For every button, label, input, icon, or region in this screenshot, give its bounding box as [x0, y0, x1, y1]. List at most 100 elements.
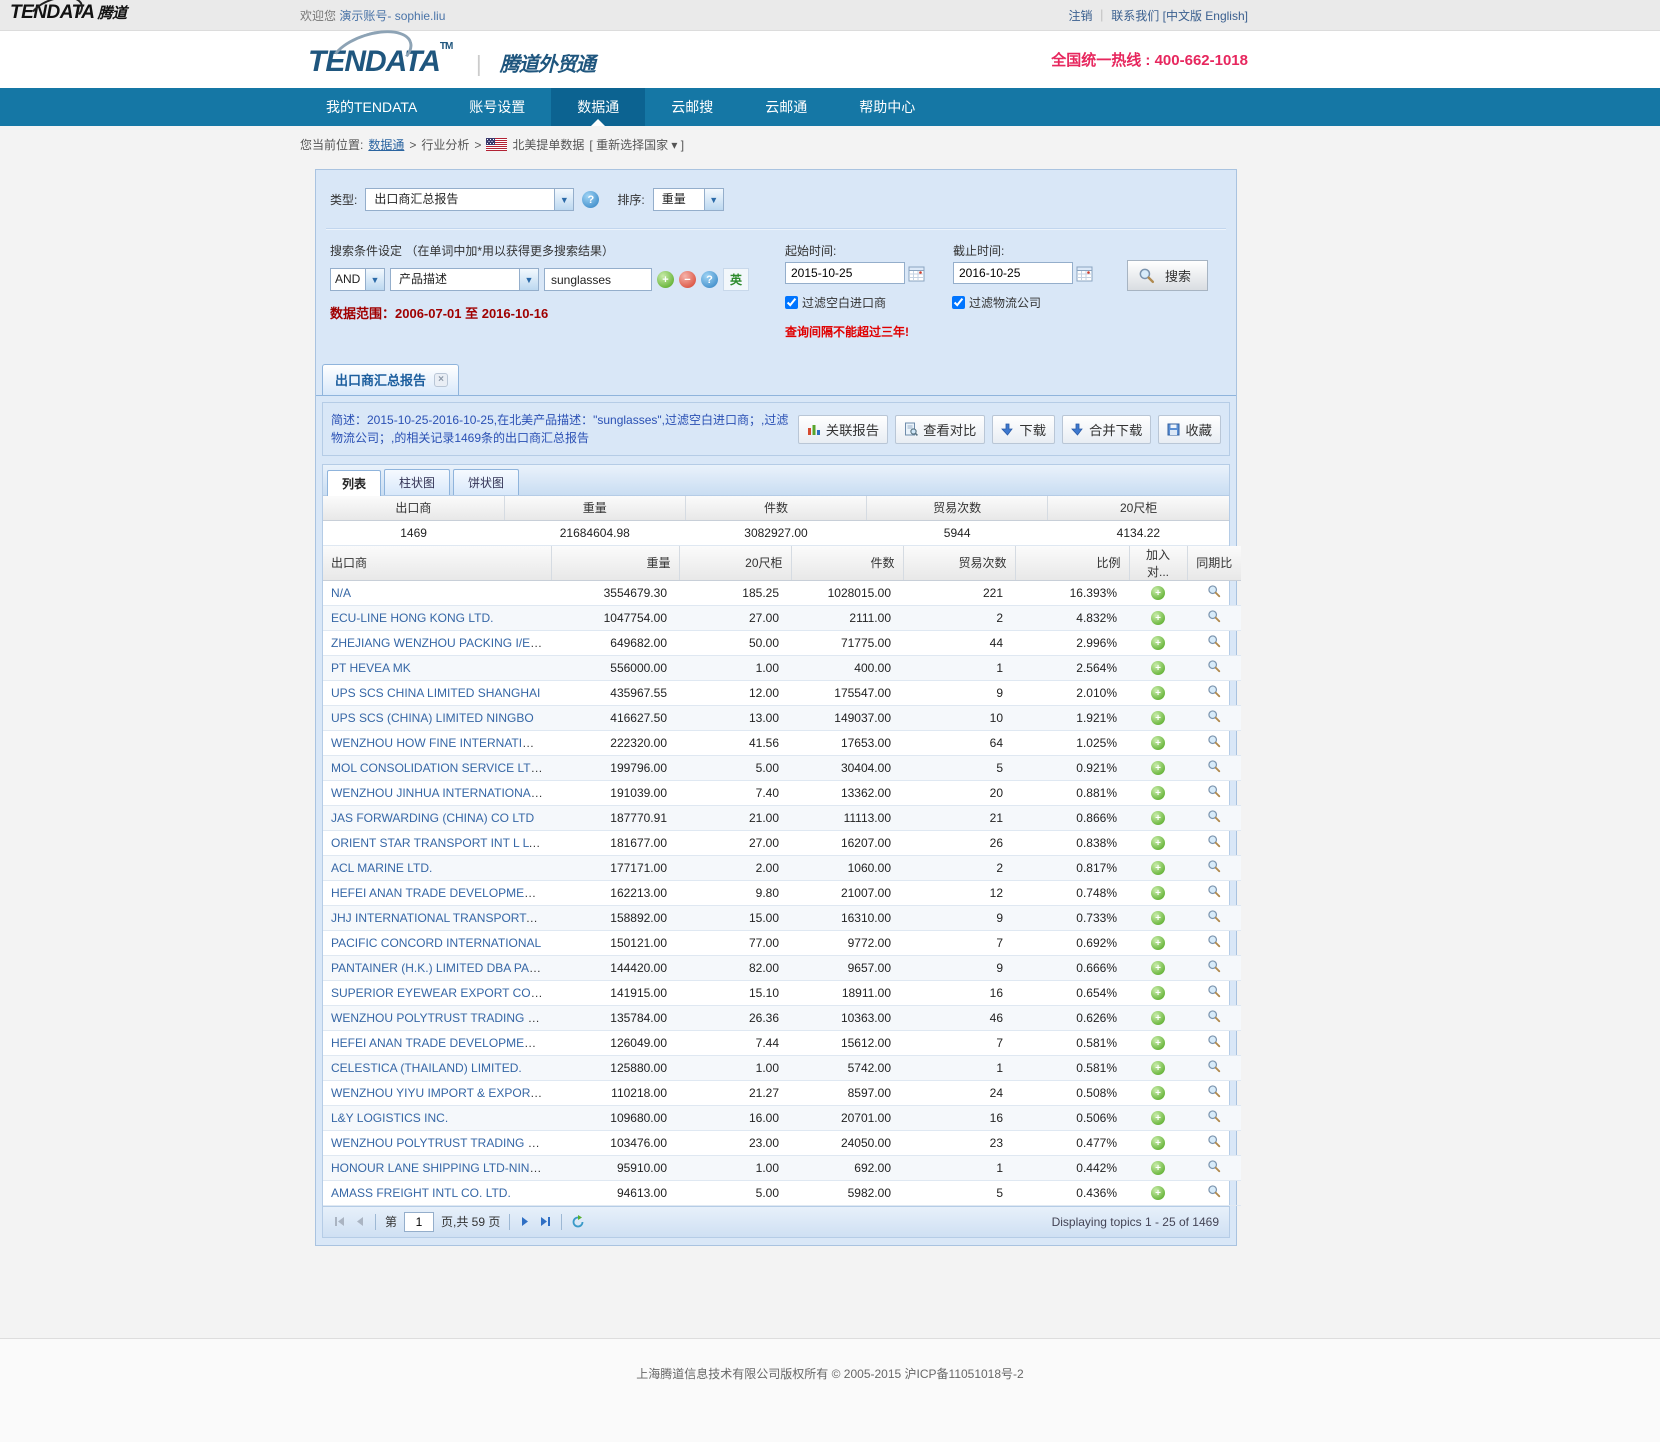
exporter-name-link[interactable]: ECU-LINE HONG KONG LTD.	[331, 611, 493, 625]
help-icon[interactable]: ?	[701, 271, 718, 288]
first-page-button[interactable]	[333, 1215, 346, 1228]
period-compare-magnifier-icon[interactable]	[1207, 712, 1221, 726]
chevron-down-icon[interactable]: ▼	[365, 269, 384, 290]
page-number-input[interactable]	[404, 1212, 434, 1232]
exporter-name-link[interactable]: L&Y LOGISTICS INC.	[331, 1111, 448, 1125]
next-page-button[interactable]	[519, 1215, 532, 1228]
add-to-compare-icon[interactable]: +	[1151, 811, 1165, 825]
favorite-button[interactable]: 收藏	[1158, 415, 1221, 444]
period-compare-magnifier-icon[interactable]	[1207, 1087, 1221, 1101]
exporter-name-link[interactable]: ZHEJIANG WENZHOU PACKING I/E CORP.	[331, 636, 551, 650]
english-toggle-button[interactable]: 英	[723, 268, 749, 291]
add-to-compare-icon[interactable]: +	[1151, 861, 1165, 875]
keyword-input[interactable]	[544, 268, 652, 291]
chevron-down-icon[interactable]: ▼	[704, 189, 723, 210]
col-header-ratio[interactable]: 比例	[1015, 546, 1129, 581]
period-compare-magnifier-icon[interactable]	[1207, 1187, 1221, 1201]
add-to-compare-icon[interactable]: +	[1151, 1111, 1165, 1125]
exporter-name-link[interactable]: WENZHOU YIYU IMPORT & EXPORT C...	[331, 1086, 551, 1100]
period-compare-magnifier-icon[interactable]	[1207, 862, 1221, 876]
help-icon[interactable]: ?	[582, 191, 599, 208]
exporter-name-link[interactable]: WENZHOU POLYTRUST TRADING CO	[331, 1136, 546, 1150]
add-to-compare-icon[interactable]: +	[1151, 761, 1165, 775]
add-to-compare-icon[interactable]: +	[1151, 1086, 1165, 1100]
period-compare-magnifier-icon[interactable]	[1207, 737, 1221, 751]
period-compare-magnifier-icon[interactable]	[1207, 1137, 1221, 1151]
period-compare-magnifier-icon[interactable]	[1207, 962, 1221, 976]
logout-link[interactable]: 注销	[1069, 9, 1093, 23]
add-to-compare-icon[interactable]: +	[1151, 936, 1165, 950]
exporter-name-link[interactable]: N/A	[331, 586, 351, 600]
chevron-down-icon[interactable]: ▼	[554, 189, 573, 210]
last-page-button[interactable]	[539, 1215, 552, 1228]
period-compare-magnifier-icon[interactable]	[1207, 837, 1221, 851]
col-header-weight[interactable]: 重量	[551, 546, 679, 581]
exporter-name-link[interactable]: WENZHOU POLYTRUST TRADING CO., ...	[331, 1011, 551, 1025]
exporter-name-link[interactable]: CELESTICA (THAILAND) LIMITED.	[331, 1061, 522, 1075]
contact-link[interactable]: 联系我们	[1111, 9, 1159, 23]
period-compare-magnifier-icon[interactable]	[1207, 1012, 1221, 1026]
period-compare-magnifier-icon[interactable]	[1207, 637, 1221, 651]
add-to-compare-icon[interactable]: +	[1151, 1186, 1165, 1200]
add-to-compare-icon[interactable]: +	[1151, 686, 1165, 700]
col-header-trades[interactable]: 贸易次数	[903, 546, 1015, 581]
exporter-name-link[interactable]: JHJ INTERNATIONAL TRANSPORTATIO...	[331, 911, 551, 925]
period-compare-magnifier-icon[interactable]	[1207, 1037, 1221, 1051]
add-to-compare-icon[interactable]: +	[1151, 1136, 1165, 1150]
add-to-compare-icon[interactable]: +	[1151, 961, 1165, 975]
start-date-input[interactable]	[785, 262, 905, 284]
add-to-compare-icon[interactable]: +	[1151, 911, 1165, 925]
add-to-compare-icon[interactable]: +	[1151, 661, 1165, 675]
exporter-name-link[interactable]: ACL MARINE LTD.	[331, 861, 432, 875]
col-header-teu[interactable]: 20尺柜	[679, 546, 791, 581]
nav-item-data-service[interactable]: 数据通	[551, 88, 645, 126]
period-compare-magnifier-icon[interactable]	[1207, 912, 1221, 926]
col-header-exporter[interactable]: 出口商	[323, 546, 551, 581]
prev-page-button[interactable]	[353, 1215, 366, 1228]
add-to-compare-icon[interactable]: +	[1151, 786, 1165, 800]
add-to-compare-icon[interactable]: +	[1151, 711, 1165, 725]
exporter-name-link[interactable]: MOL CONSOLIDATION SERVICE LTD O/B	[331, 761, 551, 775]
add-to-compare-icon[interactable]: +	[1151, 986, 1165, 1000]
add-to-compare-icon[interactable]: +	[1151, 886, 1165, 900]
exporter-name-link[interactable]: PT HEVEA MK	[331, 661, 411, 675]
exporter-name-link[interactable]: WENZHOU JINHUA INTERNATIONAL T...	[331, 786, 551, 800]
exporter-name-link[interactable]: JAS FORWARDING (CHINA) CO LTD	[331, 811, 534, 825]
period-compare-magnifier-icon[interactable]	[1207, 1112, 1221, 1126]
period-compare-magnifier-icon[interactable]	[1207, 887, 1221, 901]
period-compare-magnifier-icon[interactable]	[1207, 1062, 1221, 1076]
calendar-icon[interactable]	[908, 265, 925, 282]
period-compare-magnifier-icon[interactable]	[1207, 987, 1221, 1001]
remove-condition-icon[interactable]: −	[679, 271, 696, 288]
nav-item-cloud-mail[interactable]: 云邮通	[739, 88, 833, 126]
language-switch-link[interactable]: [中文版 English]	[1163, 9, 1248, 23]
period-compare-magnifier-icon[interactable]	[1207, 937, 1221, 951]
exporter-name-link[interactable]: PANTAINER (H.K.) LIMITED DBA PANTAI	[331, 961, 551, 975]
add-to-compare-icon[interactable]: +	[1151, 1011, 1165, 1025]
view-tab-bar-chart[interactable]: 柱状图	[384, 469, 450, 495]
merge-download-button[interactable]: 合并下载	[1062, 415, 1151, 444]
col-header-pieces[interactable]: 件数	[791, 546, 903, 581]
report-tab[interactable]: 出口商汇总报告 ×	[322, 364, 459, 395]
view-tab-list[interactable]: 列表	[327, 470, 381, 496]
nav-item-account-settings[interactable]: 账号设置	[443, 88, 551, 126]
period-compare-magnifier-icon[interactable]	[1207, 1162, 1221, 1176]
exporter-name-link[interactable]: HEFEI ANAN TRADE DEVELOPMENT CO...	[331, 1036, 551, 1050]
exporter-name-link[interactable]: HEFEI ANAN TRADE DEVELOPMENT CO...	[331, 886, 551, 900]
breadcrumb-link-data-service[interactable]: 数据通	[368, 136, 404, 153]
filter-blank-importer-checkbox[interactable]: 过滤空白进口商	[785, 294, 886, 311]
filter-logistics-checkbox[interactable]: 过滤物流公司	[952, 294, 1041, 311]
add-to-compare-icon[interactable]: +	[1151, 1036, 1165, 1050]
exporter-name-link[interactable]: WENZHOU HOW FINE INTERNATIONAL...	[331, 736, 551, 750]
close-icon[interactable]: ×	[434, 373, 448, 387]
add-to-compare-icon[interactable]: +	[1151, 636, 1165, 650]
end-date-input[interactable]	[953, 262, 1073, 284]
calendar-icon[interactable]	[1076, 265, 1093, 282]
reselect-country-dropdown[interactable]: [ 重新选择国家 ▾ ]	[589, 136, 684, 153]
period-compare-magnifier-icon[interactable]	[1207, 662, 1221, 676]
col-header-add-compare[interactable]: 加入对...	[1129, 546, 1187, 581]
add-to-compare-icon[interactable]: +	[1151, 586, 1165, 600]
boolean-operator-select[interactable]: AND ▼	[330, 268, 385, 291]
exporter-name-link[interactable]: AMASS FREIGHT INTL CO. LTD.	[331, 1186, 511, 1200]
sort-select[interactable]: 重量 ▼	[653, 188, 724, 211]
